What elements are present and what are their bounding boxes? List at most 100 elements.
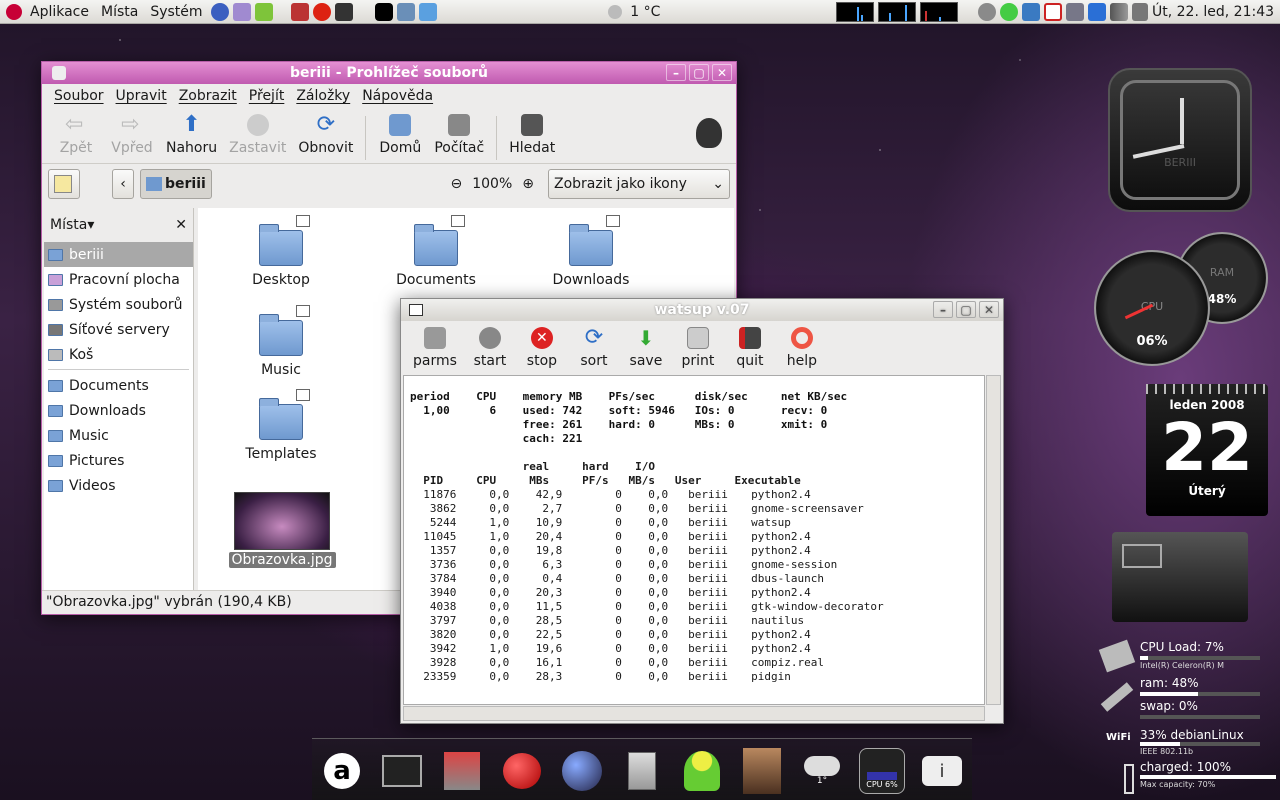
file-desktop[interactable]: Desktop	[226, 215, 336, 288]
table-row[interactable]: 3797 0,0 28,5 0 0,0 beriii nautilus	[410, 614, 978, 628]
net-graph[interactable]	[878, 1, 917, 22]
path-button-beriii[interactable]: beriii	[140, 169, 212, 199]
sidebar-item-beriii[interactable]: beriii	[44, 242, 193, 267]
sidebar-item-videos[interactable]: Videos	[44, 473, 193, 498]
file-music[interactable]: Music	[226, 305, 336, 378]
mem-graph[interactable]	[920, 1, 959, 22]
maximize-button[interactable]: ▢	[956, 301, 976, 318]
sidebar-item-pictures[interactable]: Pictures	[44, 448, 193, 473]
table-row[interactable]: 3820 0,0 22,5 0 0,0 beriii python2.4	[410, 628, 978, 642]
sidebar-item-music[interactable]: Music	[44, 423, 193, 448]
screen-widget[interactable]	[1112, 532, 1248, 622]
table-row[interactable]: 1357 0,0 19,8 0 0,0 beriii python2.4	[410, 544, 978, 558]
status-icon[interactable]	[1000, 2, 1019, 21]
view-mode-select[interactable]: Zobrazit jako ikony ⌄	[548, 169, 730, 199]
sort-button[interactable]: ⟳ sort	[569, 325, 619, 370]
amsn-launcher-icon[interactable]	[374, 2, 393, 21]
home-button[interactable]: Domů	[372, 112, 428, 156]
gears-icon[interactable]	[978, 2, 997, 21]
screenshot-launcher-icon[interactable]	[418, 2, 437, 21]
close-sidebar-icon[interactable]: ✕	[175, 217, 187, 233]
sidebar-item-network[interactable]: Síťové servery	[44, 317, 193, 342]
debian-logo-icon[interactable]	[6, 3, 22, 20]
menu-go[interactable]: Přejít	[243, 88, 291, 104]
computer-icon[interactable]	[1066, 2, 1085, 21]
close-button[interactable]: ✕	[712, 64, 732, 81]
sidebar-item-documents[interactable]: Documents	[44, 373, 193, 398]
table-row[interactable]: 3942 1,0 19,6 0 0,0 beriii python2.4	[410, 642, 978, 656]
table-row[interactable]: 11876 0,0 42,9 0 0,0 beriii python2.4	[410, 488, 978, 502]
calendar-widget[interactable]: leden 2008 22 Úterý	[1146, 384, 1268, 516]
parms-button[interactable]: parms	[407, 325, 463, 369]
table-row[interactable]: 4038 0,0 11,5 0 0,0 beriii gtk-window-decorato…	[410, 600, 978, 614]
cpu-graph[interactable]	[836, 1, 875, 22]
help-button[interactable]: help	[777, 325, 827, 369]
file-obrazovka-jpg[interactable]: Obrazovka.jpg	[222, 492, 342, 568]
computer-button[interactable]: Počítač	[428, 112, 490, 156]
menu-file[interactable]: Soubor	[48, 88, 110, 104]
network-icon[interactable]	[1022, 2, 1041, 21]
path-back-button[interactable]: ‹	[112, 169, 134, 199]
vertical-scrollbar[interactable]	[986, 375, 1001, 705]
file-documents[interactable]: Documents	[381, 215, 491, 288]
quit-button[interactable]: quit	[725, 325, 775, 369]
zoom-in-icon[interactable]: ⊕	[522, 176, 534, 192]
panel-datetime[interactable]: Út, 22. led, 21:43	[1152, 4, 1274, 20]
weather-temperature[interactable]: 1 °C	[630, 4, 660, 20]
save-button[interactable]: ⬇ save	[621, 325, 671, 369]
dock-contact[interactable]	[739, 748, 785, 794]
stop-button[interactable]: ✕ stop	[517, 325, 567, 369]
menu-places[interactable]: Místa	[95, 4, 144, 20]
minimize-button[interactable]: –	[666, 64, 686, 81]
browser-launcher-icon[interactable]	[210, 2, 229, 21]
watsup-titlebar[interactable]: watsup v.07 – ▢ ✕	[401, 299, 1003, 321]
table-row[interactable]: 3736 0,0 6,3 0 0,0 beriii gnome-session	[410, 558, 978, 572]
toggle-location-button[interactable]	[48, 169, 80, 199]
package-launcher-icon[interactable]	[290, 2, 309, 21]
menu-help[interactable]: Nápověda	[356, 88, 439, 104]
close-button[interactable]: ✕	[979, 301, 999, 318]
dock-info[interactable]: i	[919, 748, 965, 794]
horizontal-scrollbar[interactable]	[403, 706, 985, 721]
minimize-button[interactable]: –	[933, 301, 953, 318]
zoom-level[interactable]: 100%	[468, 176, 516, 192]
pidgin-launcher-icon[interactable]	[232, 2, 251, 21]
menu-edit[interactable]: Upravit	[110, 88, 173, 104]
up-button[interactable]: ⬆ Nahoru	[160, 112, 223, 157]
cpu-gauge[interactable]: CPU 06%	[1094, 250, 1210, 366]
table-row[interactable]: 3784 0,0 0,4 0 0,0 beriii dbus-launch	[410, 572, 978, 586]
print-button[interactable]: print	[673, 325, 723, 369]
dock-installer[interactable]	[439, 748, 485, 794]
menu-applications[interactable]: Aplikace	[24, 4, 95, 20]
sidebar-item-filesystem[interactable]: Systém souborů	[44, 292, 193, 317]
maximize-button[interactable]: ▢	[689, 64, 709, 81]
table-row[interactable]: 11045 1,0 20,4 0 0,0 beriii python2.4	[410, 530, 978, 544]
dock-amsn[interactable]: a	[319, 748, 365, 794]
start-button[interactable]: start	[465, 325, 515, 369]
reload-button[interactable]: ⟳ Obnovit	[292, 112, 359, 157]
window-menu-icon[interactable]	[409, 304, 423, 316]
dock-user[interactable]	[679, 748, 725, 794]
signal-strength-icon[interactable]	[1110, 2, 1129, 21]
sidebar-item-trash[interactable]: Koš	[44, 342, 193, 367]
dock-terminal[interactable]	[379, 748, 425, 794]
user-launcher-icon[interactable]	[254, 2, 273, 21]
table-row[interactable]: 3928 0,0 16,1 0 0,0 beriii compiz.real	[410, 656, 978, 670]
forward-button[interactable]: ⇨ Vpřed	[104, 112, 160, 157]
sidebar-header[interactable]: Místa▾ ✕	[44, 208, 193, 242]
stop-button[interactable]: Zastavit	[223, 112, 292, 156]
back-button[interactable]: ⇦ Zpět	[48, 112, 104, 157]
table-row[interactable]: 5244 1,0 10,9 0 0,0 beriii watsup	[410, 516, 978, 530]
file-browser-titlebar[interactable]: beriii - Prohlížeč souborů – ▢ ✕	[42, 62, 736, 84]
menu-system[interactable]: Systém	[144, 4, 208, 20]
zoom-out-icon[interactable]: ⊖	[451, 176, 463, 192]
table-row[interactable]: 23359 0,0 28,3 0 0,0 beriii pidgin	[410, 670, 978, 684]
menu-bookmarks[interactable]: Záložky	[290, 88, 356, 104]
mail-icon[interactable]	[1044, 2, 1063, 21]
file-downloads[interactable]: Downloads	[536, 215, 646, 288]
settings-launcher-icon[interactable]	[396, 2, 415, 21]
window-menu-icon[interactable]	[52, 66, 66, 80]
volume-icon[interactable]	[1132, 2, 1149, 21]
file-templates[interactable]: Templates	[226, 389, 336, 462]
apple-launcher-icon[interactable]	[312, 2, 331, 21]
